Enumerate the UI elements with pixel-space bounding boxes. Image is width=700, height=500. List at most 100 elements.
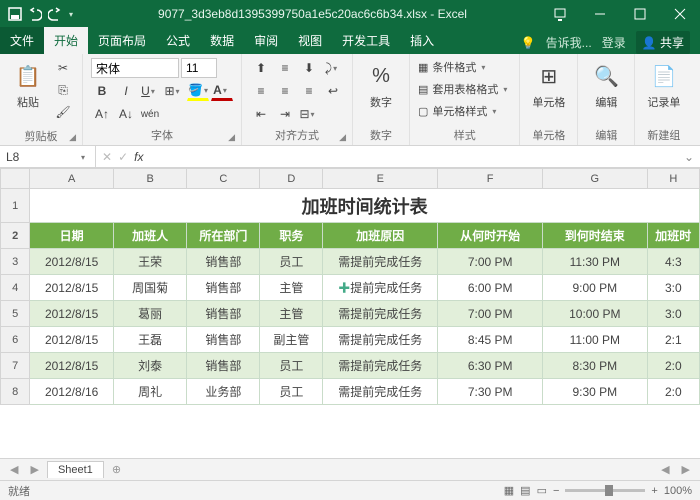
cell[interactable]: 9:00 PM: [542, 275, 647, 301]
font-size-select[interactable]: [181, 58, 217, 78]
redo-icon[interactable]: [48, 7, 62, 21]
tab-insert[interactable]: 插入: [400, 27, 444, 54]
cell[interactable]: 周礼: [114, 379, 187, 405]
font-name-select[interactable]: [91, 58, 179, 78]
col-B[interactable]: B: [114, 169, 187, 189]
qat-dropdown-icon[interactable]: ▾: [69, 10, 77, 18]
tab-review[interactable]: 审阅: [244, 27, 288, 54]
increase-indent-icon[interactable]: ⇥: [274, 104, 296, 124]
tab-data[interactable]: 数据: [200, 27, 244, 54]
bold-button[interactable]: B: [91, 81, 113, 101]
name-box[interactable]: L8▾: [0, 146, 96, 167]
cell[interactable]: 销售部: [187, 327, 260, 353]
cell[interactable]: 9:30 PM: [542, 379, 647, 405]
increase-font-icon[interactable]: A↑: [91, 104, 113, 124]
close-button[interactable]: [660, 0, 700, 28]
cell[interactable]: 销售部: [187, 353, 260, 379]
maximize-button[interactable]: [620, 0, 660, 28]
cut-icon[interactable]: ✂: [52, 58, 74, 78]
cell[interactable]: 6:00 PM: [438, 275, 543, 301]
cell[interactable]: 主管: [260, 301, 323, 327]
cell[interactable]: 7:00 PM: [438, 249, 543, 275]
editing-button[interactable]: 🔍 编辑: [586, 58, 626, 112]
table-title[interactable]: 加班时间统计表: [30, 189, 700, 223]
col-E[interactable]: E: [323, 169, 438, 189]
row-4[interactable]: 4: [1, 275, 30, 301]
cell[interactable]: 3:0: [647, 275, 699, 301]
worksheet[interactable]: A B C D E F G H 1加班时间统计表 2 日期加班人所在部门职务加班…: [0, 168, 700, 458]
cancel-icon[interactable]: ✕: [102, 150, 112, 164]
formula-input[interactable]: [149, 147, 671, 167]
save-icon[interactable]: [8, 7, 22, 21]
zoom-in-icon[interactable]: +: [651, 485, 657, 497]
tab-formula[interactable]: 公式: [156, 27, 200, 54]
undo-icon[interactable]: [28, 7, 42, 21]
cell[interactable]: 需提前完成任务: [323, 301, 438, 327]
fx-icon[interactable]: fx: [134, 150, 143, 164]
cell[interactable]: 2012/8/15: [30, 301, 114, 327]
cell[interactable]: 4:3: [647, 249, 699, 275]
cell[interactable]: 王荣: [114, 249, 187, 275]
cell[interactable]: 3:0: [647, 301, 699, 327]
login-link[interactable]: 登录: [602, 34, 626, 51]
enter-icon[interactable]: ✓: [118, 150, 128, 164]
cell[interactable]: 2012/8/15: [30, 327, 114, 353]
tab-dev[interactable]: 开发工具: [332, 27, 400, 54]
col-C[interactable]: C: [187, 169, 260, 189]
zoom-out-icon[interactable]: −: [553, 485, 559, 497]
tab-view[interactable]: 视图: [288, 27, 332, 54]
zoom-slider[interactable]: [565, 489, 645, 492]
decrease-font-icon[interactable]: A↓: [115, 104, 137, 124]
tell-me[interactable]: 告诉我...: [546, 34, 592, 51]
format-painter-icon[interactable]: 🖌: [52, 102, 74, 122]
cell[interactable]: 销售部: [187, 275, 260, 301]
cell[interactable]: 销售部: [187, 249, 260, 275]
formula-expand-icon[interactable]: ⌄: [678, 150, 700, 164]
cell[interactable]: 员工: [260, 379, 323, 405]
share-button[interactable]: 👤 共享: [636, 31, 690, 54]
cell[interactable]: 11:00 PM: [542, 327, 647, 353]
namebox-dropdown-icon[interactable]: ▾: [81, 153, 89, 161]
align-right-icon[interactable]: ≡: [298, 81, 320, 101]
align-left-icon[interactable]: ≡: [250, 81, 272, 101]
cell[interactable]: 11:30 PM: [542, 249, 647, 275]
paste-button[interactable]: 📋 粘贴: [8, 58, 48, 112]
cell[interactable]: 需提前完成任务: [323, 379, 438, 405]
cell[interactable]: 2:0: [647, 379, 699, 405]
scroll-left-icon[interactable]: ◀: [657, 463, 673, 476]
sheet-tab[interactable]: Sheet1: [47, 461, 104, 478]
cell[interactable]: 周国菊: [114, 275, 187, 301]
tab-layout[interactable]: 页面布局: [88, 27, 156, 54]
cell[interactable]: 刘泰: [114, 353, 187, 379]
cell[interactable]: 葛丽: [114, 301, 187, 327]
decrease-indent-icon[interactable]: ⇤: [250, 104, 272, 124]
underline-button[interactable]: U▾: [139, 81, 161, 101]
tab-file[interactable]: 文件: [0, 27, 44, 54]
align-bottom-icon[interactable]: ⬇: [298, 58, 320, 78]
cell[interactable]: 王磊: [114, 327, 187, 353]
fill-color-button[interactable]: 🪣▾: [187, 81, 209, 101]
zoom-level[interactable]: 100%: [664, 485, 692, 497]
cell[interactable]: ✚提前完成任务: [323, 275, 438, 301]
font-color-button[interactable]: A▾: [211, 81, 233, 101]
font-launcher-icon[interactable]: ◢: [91, 132, 235, 143]
row-8[interactable]: 8: [1, 379, 30, 405]
wrap-text-icon[interactable]: ↩: [322, 81, 344, 101]
copy-icon[interactable]: ⎘: [52, 80, 74, 100]
border-button[interactable]: ⊞▾: [163, 81, 185, 101]
phonetic-icon[interactable]: wén: [139, 104, 161, 124]
select-all-button[interactable]: [1, 169, 30, 189]
sheet-nav-next-icon[interactable]: ▶: [26, 463, 42, 476]
row-3[interactable]: 3: [1, 249, 30, 275]
new-sheet-icon[interactable]: ⊕: [108, 463, 125, 476]
cell[interactable]: 员工: [260, 249, 323, 275]
cell[interactable]: 6:30 PM: [438, 353, 543, 379]
merge-button[interactable]: ⊟▾: [298, 104, 320, 124]
col-H[interactable]: H: [647, 169, 699, 189]
cell[interactable]: 副主管: [260, 327, 323, 353]
align-top-icon[interactable]: ⬆: [250, 58, 272, 78]
number-format-button[interactable]: % 数字: [361, 58, 401, 112]
cell[interactable]: 需提前完成任务: [323, 249, 438, 275]
format-as-table-button[interactable]: ▤套用表格格式▾: [418, 80, 511, 98]
align-launcher-icon[interactable]: ◢: [250, 132, 346, 143]
